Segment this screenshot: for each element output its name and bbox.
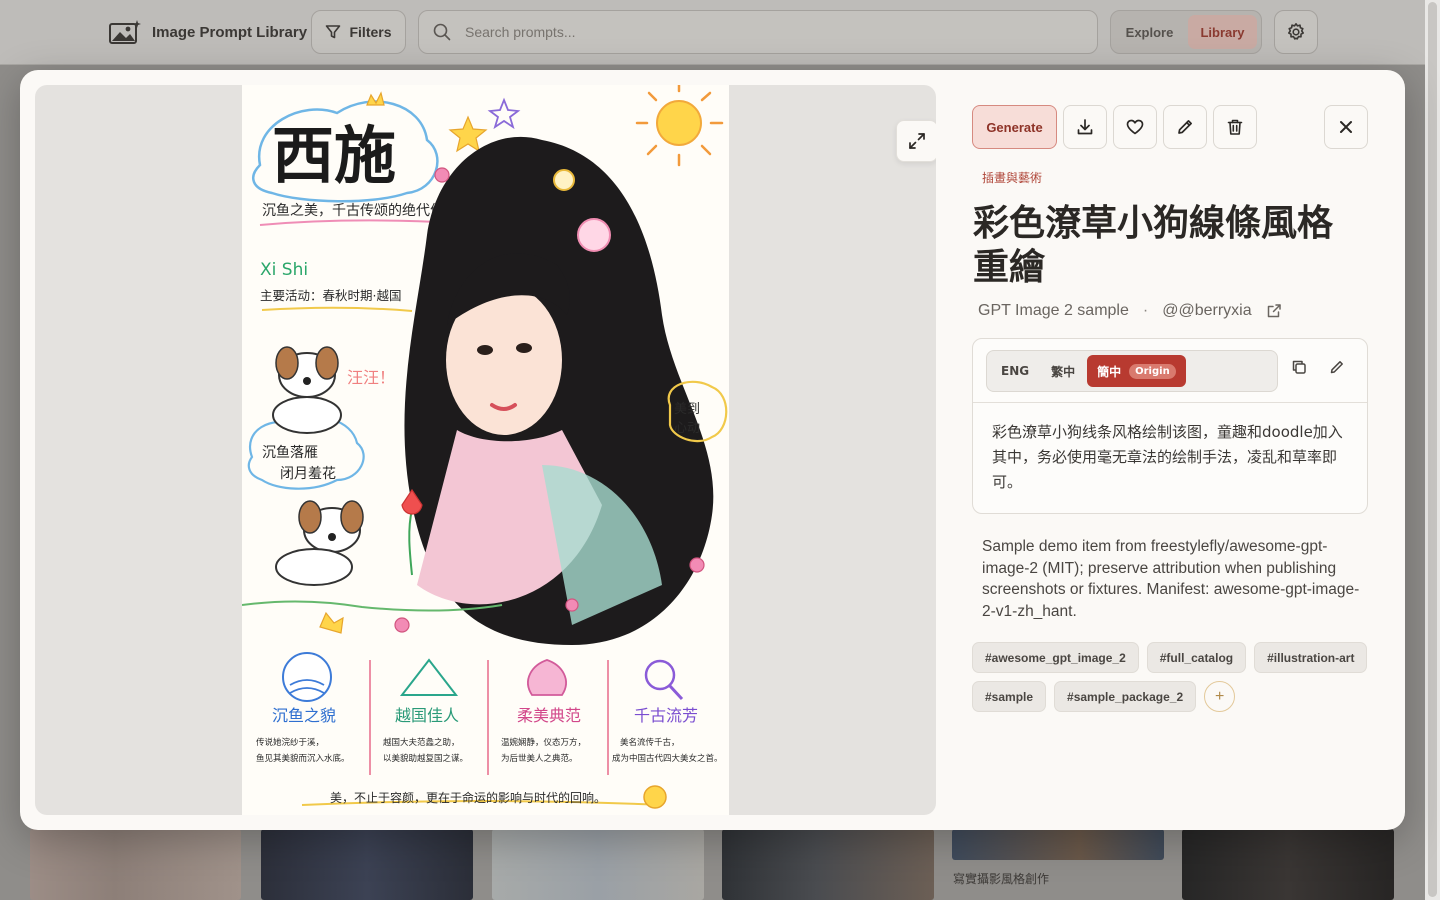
- xishi-poster-illustration: 西施 沉鱼之美，千古传颂的绝代佳人 Xi Shi 主要活动：春秋时期·越国 汪汪…: [242, 85, 729, 815]
- image-preview-pane: 西施 沉鱼之美，千古传颂的绝代佳人 Xi Shi 主要活动：春秋时期·越国 汪汪…: [35, 85, 936, 815]
- meta-separator: ·: [1142, 302, 1149, 319]
- pencil-icon: [1330, 361, 1343, 374]
- lang-eng[interactable]: ENG: [991, 355, 1039, 387]
- poster-section-3-line-2: 为后世美人之典范。: [501, 753, 578, 764]
- poster-section-title-2: 越国佳人: [395, 706, 459, 725]
- origin-badge: Origin: [1129, 363, 1176, 379]
- prompt-card: ENG 繁中 簡中 Origin 彩色潦草小狗线条风格绘制该图，童趣和doodl…: [972, 338, 1368, 514]
- copy-icon: [1292, 360, 1306, 374]
- favorite-button[interactable]: [1113, 105, 1157, 149]
- generate-button[interactable]: Generate: [972, 105, 1057, 149]
- poster-cloud-right-1: 美到: [674, 402, 700, 417]
- gallery-thumbnail[interactable]: [952, 829, 1164, 860]
- gallery-caption: 寫實攝影風格創作: [953, 872, 1050, 886]
- edit-prompt-button[interactable]: [1329, 359, 1345, 380]
- poster-section-4-line-2: 成为中国古代四大美女之首。: [612, 753, 723, 764]
- poster-section-1-line-1: 传说她浣纱于溪，: [256, 737, 324, 748]
- search-icon: [433, 23, 451, 41]
- gallery-logo-icon: [109, 20, 141, 44]
- edit-button[interactable]: [1163, 105, 1207, 149]
- poster-footer: 美，不止于容颜，更在于命运的影响与时代的回响。: [330, 790, 606, 805]
- gallery-thumbnail[interactable]: [492, 829, 704, 900]
- poster-cloud-left-1: 沉鱼落雁: [262, 444, 318, 461]
- gallery-thumbnail[interactable]: [722, 829, 934, 900]
- poster-section-title-3: 柔美典范: [517, 706, 581, 725]
- search-box[interactable]: [418, 10, 1098, 54]
- prompt-detail-modal: 西施 沉鱼之美，千古传颂的绝代佳人 Xi Shi 主要活动：春秋时期·越国 汪汪…: [20, 70, 1405, 830]
- language-switcher: ENG 繁中 簡中 Origin: [986, 350, 1278, 392]
- poster-section-title-4: 千古流芳: [634, 706, 698, 725]
- gear-icon: [1288, 23, 1304, 40]
- poster-section-1-line-2: 鱼见其美貌而沉入水底。: [256, 753, 350, 764]
- poster-cloud-left-2: 闭月羞花: [280, 466, 336, 482]
- gallery-thumbnail[interactable]: [30, 829, 241, 900]
- lang-simplified-chinese[interactable]: 簡中 Origin: [1087, 355, 1186, 387]
- gallery-thumbnail[interactable]: [261, 829, 473, 900]
- brand[interactable]: Image Prompt Library: [108, 18, 307, 46]
- preview-image[interactable]: 西施 沉鱼之美，千古传颂的绝代佳人 Xi Shi 主要活动：春秋时期·越国 汪汪…: [242, 85, 729, 815]
- filters-label: Filters: [349, 24, 392, 40]
- scrollbar-thumb[interactable]: [1428, 2, 1437, 897]
- poster-woof: 汪汪！: [347, 368, 395, 387]
- external-link-icon[interactable]: [1266, 303, 1282, 319]
- prompt-description: Sample demo item from freestylefly/aweso…: [982, 538, 1360, 620]
- poster-section-2-line-2: 以美貌助越复国之谋。: [383, 753, 468, 764]
- settings-button[interactable]: [1274, 10, 1318, 54]
- poster-title: 西施: [272, 119, 396, 192]
- download-button[interactable]: [1063, 105, 1107, 149]
- expand-icon: [909, 133, 925, 149]
- filters-button[interactable]: Filters: [311, 10, 406, 54]
- poster-section-4-line-1: 美名流传千古，: [620, 737, 680, 748]
- poster-section-3-line-1: 温婉娴静，仪态万方，: [501, 737, 586, 748]
- poster-subtitle: 沉鱼之美，千古传颂的绝代佳人: [262, 202, 458, 219]
- delete-button[interactable]: [1213, 105, 1257, 149]
- author-link[interactable]: @@berryxia: [1162, 302, 1251, 320]
- expand-image-button[interactable]: [896, 120, 936, 162]
- download-icon: [1077, 119, 1093, 135]
- tab-library[interactable]: Library: [1188, 15, 1257, 49]
- tag-chip[interactable]: #illustration-art: [1254, 642, 1368, 673]
- tag-chip[interactable]: #full_catalog: [1146, 642, 1247, 673]
- tag-chip[interactable]: #sample_package_2: [1054, 681, 1197, 712]
- poster-cloud-right-2: 心动: [674, 421, 700, 436]
- heart-icon: [1126, 119, 1144, 135]
- copy-prompt-button[interactable]: [1291, 359, 1307, 380]
- category-label[interactable]: 插畫與藝術: [982, 169, 1042, 186]
- prompt-meta: GPT Image 2 sample · @@berryxia: [978, 302, 1282, 320]
- poster-activity: 主要活动：春秋时期·越国: [260, 288, 401, 303]
- close-icon: [1340, 121, 1352, 133]
- divider: [973, 402, 1367, 403]
- trash-icon: [1227, 119, 1243, 135]
- source-label: GPT Image 2 sample: [978, 302, 1129, 319]
- poster-pinyin: Xi Shi: [260, 260, 308, 280]
- top-bar: Image Prompt Library Filters Explore Lib…: [0, 0, 1425, 65]
- poster-section-2-line-1: 越国大夫范蠡之助，: [383, 737, 460, 748]
- page-scrollbar[interactable]: [1425, 0, 1440, 900]
- search-input[interactable]: [465, 24, 1025, 40]
- lang-simplified-chinese-label: 簡中: [1097, 364, 1122, 379]
- tag-list: #awesome_gpt_image_2 #full_catalog #illu…: [972, 642, 1372, 712]
- pencil-icon: [1178, 120, 1192, 134]
- prompt-text: 彩色潦草小狗线条风格绘制该图，童趣和doodle加入其中，务必使用毫无章法的绘制…: [992, 423, 1343, 491]
- prompt-title: 彩色潦草小狗線條風格重繪: [973, 203, 1334, 288]
- gallery-strip: [30, 829, 1400, 900]
- poster-section-title-1: 沉鱼之貌: [272, 706, 336, 725]
- tab-explore[interactable]: Explore: [1115, 15, 1184, 49]
- gallery-thumbnail[interactable]: [1182, 829, 1394, 900]
- view-toggle: Explore Library: [1110, 10, 1262, 54]
- tag-chip[interactable]: #awesome_gpt_image_2: [972, 642, 1139, 673]
- filter-icon: [326, 25, 341, 39]
- tag-chip[interactable]: #sample: [972, 681, 1047, 712]
- add-tag-button[interactable]: +: [1204, 681, 1236, 712]
- lang-traditional-chinese[interactable]: 繁中: [1041, 355, 1085, 387]
- close-button[interactable]: [1324, 105, 1368, 149]
- action-toolbar: Generate: [972, 105, 1257, 149]
- app-title: Image Prompt Library: [152, 23, 308, 41]
